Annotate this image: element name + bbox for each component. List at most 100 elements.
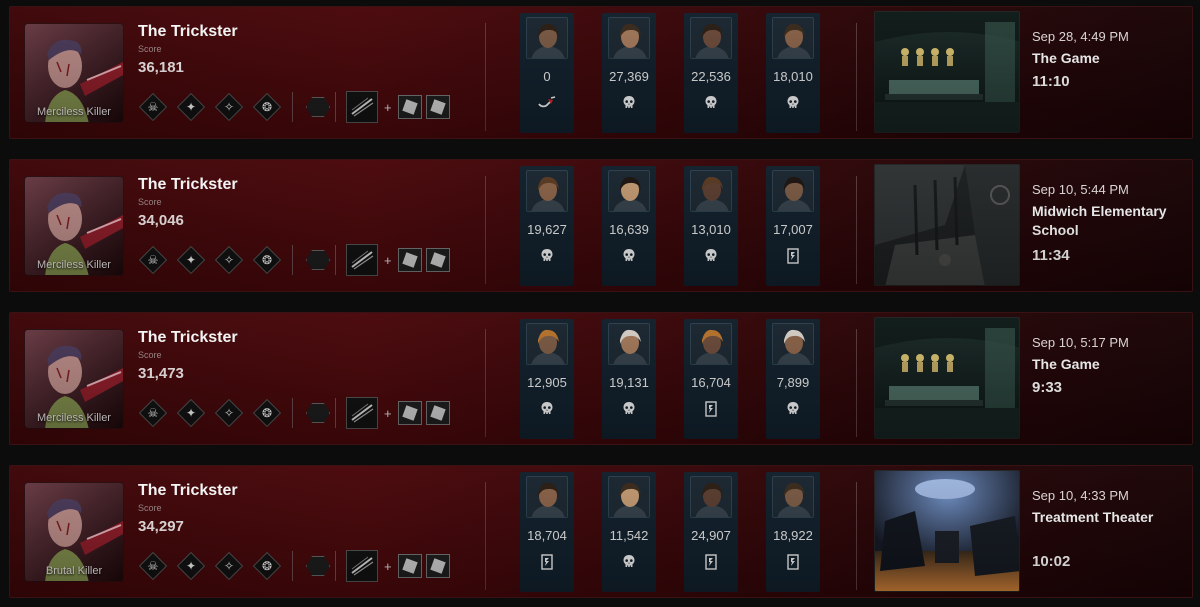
survivor-score: 19,131 <box>609 375 649 390</box>
power-icon[interactable] <box>346 91 378 123</box>
escape-icon <box>766 248 820 268</box>
map-thumbnail <box>874 11 1020 133</box>
survivor-card[interactable]: 27,369 <box>602 13 656 133</box>
loadout-divider <box>292 245 293 275</box>
killer-portrait: Merciless Killer <box>24 329 124 429</box>
map-thumbnail <box>874 164 1020 286</box>
skull-icon <box>766 95 820 115</box>
survivor-portrait <box>608 323 650 365</box>
survivor-score: 27,369 <box>609 69 649 84</box>
match-card[interactable]: Merciless Killer The Trickster Score 36,181… <box>9 6 1193 139</box>
addon-icon-1[interactable] <box>397 95 422 119</box>
survivor-card[interactable]: 0 <box>520 13 574 133</box>
addon-icon-1[interactable] <box>397 554 422 578</box>
addon-icon-2[interactable] <box>425 401 450 425</box>
survivor-portrait <box>526 170 568 212</box>
killer-loadout: ☠ ✦ ✧ ❂ + <box>138 397 454 429</box>
section-divider <box>856 23 857 131</box>
survivor-portrait <box>690 323 732 365</box>
offering-icon[interactable] <box>303 92 333 122</box>
perk-icon-4[interactable]: ❂ <box>252 92 282 122</box>
perk-icon-4[interactable]: ❂ <box>252 245 282 275</box>
survivor-card[interactable]: 19,627 <box>520 166 574 286</box>
power-icon[interactable] <box>346 550 378 582</box>
killer-rank-label: Merciless Killer <box>37 106 111 118</box>
plus-sign: + <box>384 99 392 115</box>
match-duration: 11:10 <box>1032 73 1070 90</box>
survivor-card[interactable]: 22,536 <box>684 13 738 133</box>
addon-icon-2[interactable] <box>425 248 450 272</box>
perk-icon-1[interactable]: ☠ <box>138 245 168 275</box>
perk-icon-2[interactable]: ✦ <box>176 551 206 581</box>
offering-icon[interactable] <box>303 551 333 581</box>
survivor-card[interactable]: 16,704 <box>684 319 738 439</box>
killer-loadout: ☠ ✦ ✧ ❂ + <box>138 244 454 276</box>
survivor-card[interactable]: 11,542 <box>602 472 656 592</box>
match-card[interactable]: Brutal Killer The Trickster Score 34,297 ☠ ✦ ✧… <box>9 465 1193 598</box>
escape-icon <box>766 554 820 574</box>
loadout-divider <box>335 245 336 275</box>
offering-icon[interactable] <box>303 245 333 275</box>
survivor-score: 18,010 <box>773 69 813 84</box>
addon-icon-1[interactable] <box>397 401 422 425</box>
score-label: Score <box>138 197 162 207</box>
survivor-portrait <box>526 323 568 365</box>
match-date: Sep 10, 5:44 PM <box>1032 182 1129 197</box>
survivor-score: 17,007 <box>773 222 813 237</box>
section-divider <box>485 329 486 437</box>
score-label: Score <box>138 350 162 360</box>
survivor-score: 18,704 <box>527 528 567 543</box>
perk-icon-4[interactable]: ❂ <box>252 398 282 428</box>
survivor-card[interactable]: 18,010 <box>766 13 820 133</box>
survivor-score: 19,627 <box>527 222 567 237</box>
perk-icon-3[interactable]: ✧ <box>214 398 244 428</box>
loadout-divider <box>335 551 336 581</box>
survivor-card[interactable]: 7,899 <box>766 319 820 439</box>
perk-icon-1[interactable]: ☠ <box>138 92 168 122</box>
perk-icon-4[interactable]: ❂ <box>252 551 282 581</box>
skull-icon <box>520 401 574 421</box>
section-divider <box>856 482 857 590</box>
perk-icon-3[interactable]: ✧ <box>214 551 244 581</box>
survivor-card[interactable]: 19,131 <box>602 319 656 439</box>
survivor-card[interactable]: 16,639 <box>602 166 656 286</box>
survivor-card[interactable]: 17,007 <box>766 166 820 286</box>
killer-score: 31,473 <box>138 365 184 382</box>
survivor-card[interactable]: 13,010 <box>684 166 738 286</box>
loadout-divider <box>335 92 336 122</box>
match-date: Sep 10, 4:33 PM <box>1032 488 1129 503</box>
power-icon[interactable] <box>346 397 378 429</box>
match-card[interactable]: Merciless Killer The Trickster Score 34,046… <box>9 159 1193 292</box>
addon-icon-2[interactable] <box>425 95 450 119</box>
escape-icon <box>684 554 738 574</box>
section-divider <box>485 23 486 131</box>
survivor-card[interactable]: 24,907 <box>684 472 738 592</box>
perk-icon-1[interactable]: ☠ <box>138 398 168 428</box>
survivor-card[interactable]: 18,704 <box>520 472 574 592</box>
match-card[interactable]: Merciless Killer The Trickster Score 31,473… <box>9 312 1193 445</box>
map-name: The Game <box>1032 356 1100 372</box>
loadout-divider <box>292 398 293 428</box>
perk-icon-2[interactable]: ✦ <box>176 398 206 428</box>
perk-icon-3[interactable]: ✧ <box>214 92 244 122</box>
addon-icon-1[interactable] <box>397 248 422 272</box>
perk-icon-1[interactable]: ☠ <box>138 551 168 581</box>
skull-icon <box>602 248 656 268</box>
power-icon[interactable] <box>346 244 378 276</box>
offering-icon[interactable] <box>303 398 333 428</box>
survivor-portrait <box>608 476 650 518</box>
killer-name: The Trickster <box>138 329 238 346</box>
addon-icon-2[interactable] <box>425 554 450 578</box>
skull-icon <box>520 248 574 268</box>
killer-score: 36,181 <box>138 59 184 76</box>
perk-icon-2[interactable]: ✦ <box>176 245 206 275</box>
survivor-portrait <box>526 17 568 59</box>
survivor-portrait <box>772 323 814 365</box>
killer-portrait: Merciless Killer <box>24 23 124 123</box>
perk-icon-3[interactable]: ✧ <box>214 245 244 275</box>
map-name: The Game <box>1032 50 1100 66</box>
survivor-portrait <box>772 17 814 59</box>
perk-icon-2[interactable]: ✦ <box>176 92 206 122</box>
survivor-card[interactable]: 12,905 <box>520 319 574 439</box>
survivor-card[interactable]: 18,922 <box>766 472 820 592</box>
